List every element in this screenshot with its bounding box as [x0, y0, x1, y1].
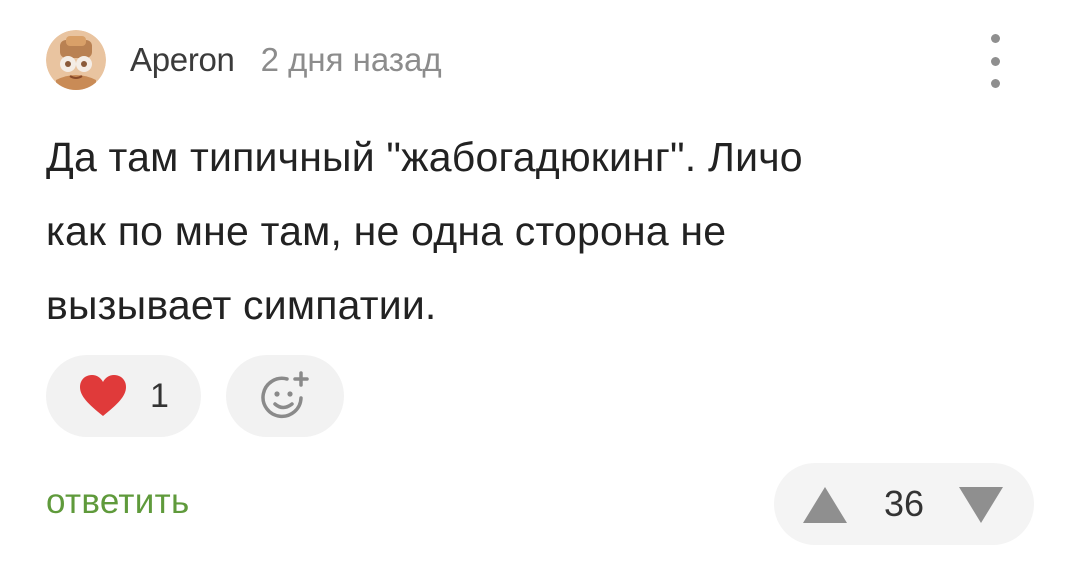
- vote-controls: 36: [774, 463, 1034, 545]
- comment-header: Aperon 2 дня назад: [46, 28, 1036, 92]
- add-reaction-button[interactable]: [226, 355, 344, 437]
- comment-timestamp: 2 дня назад: [260, 41, 442, 78]
- more-menu-button[interactable]: [980, 34, 1010, 88]
- reply-button[interactable]: ответить: [46, 482, 189, 522]
- heart-icon: [80, 375, 127, 416]
- add-emoji-icon: [261, 371, 309, 419]
- more-dot: [990, 56, 1000, 66]
- avatar[interactable]: [46, 30, 106, 90]
- author-name[interactable]: Aperon: [130, 41, 235, 79]
- triangle-down-icon: [959, 487, 1003, 523]
- triangle-up-icon: [803, 487, 847, 523]
- vote-score: 36: [883, 483, 925, 524]
- like-count: 1: [150, 376, 169, 415]
- like-button[interactable]: 1: [46, 355, 201, 437]
- avatar-cartoon-knight-icon: [46, 30, 106, 90]
- more-dot: [990, 79, 1000, 88]
- comment-line: вызывает симпатии.: [46, 282, 437, 328]
- upvote-button[interactable]: [801, 485, 849, 525]
- more-vertical-icon: [990, 34, 1000, 43]
- comment-line: Да там типичный "жабогадюкинг". Личо: [46, 134, 803, 180]
- downvote-button[interactable]: [957, 485, 1005, 525]
- comment-line: как по мне там, не одна сторона не: [46, 208, 727, 254]
- comment-body: Да там типичный "жабогадюкинг". Личо как…: [46, 120, 1006, 342]
